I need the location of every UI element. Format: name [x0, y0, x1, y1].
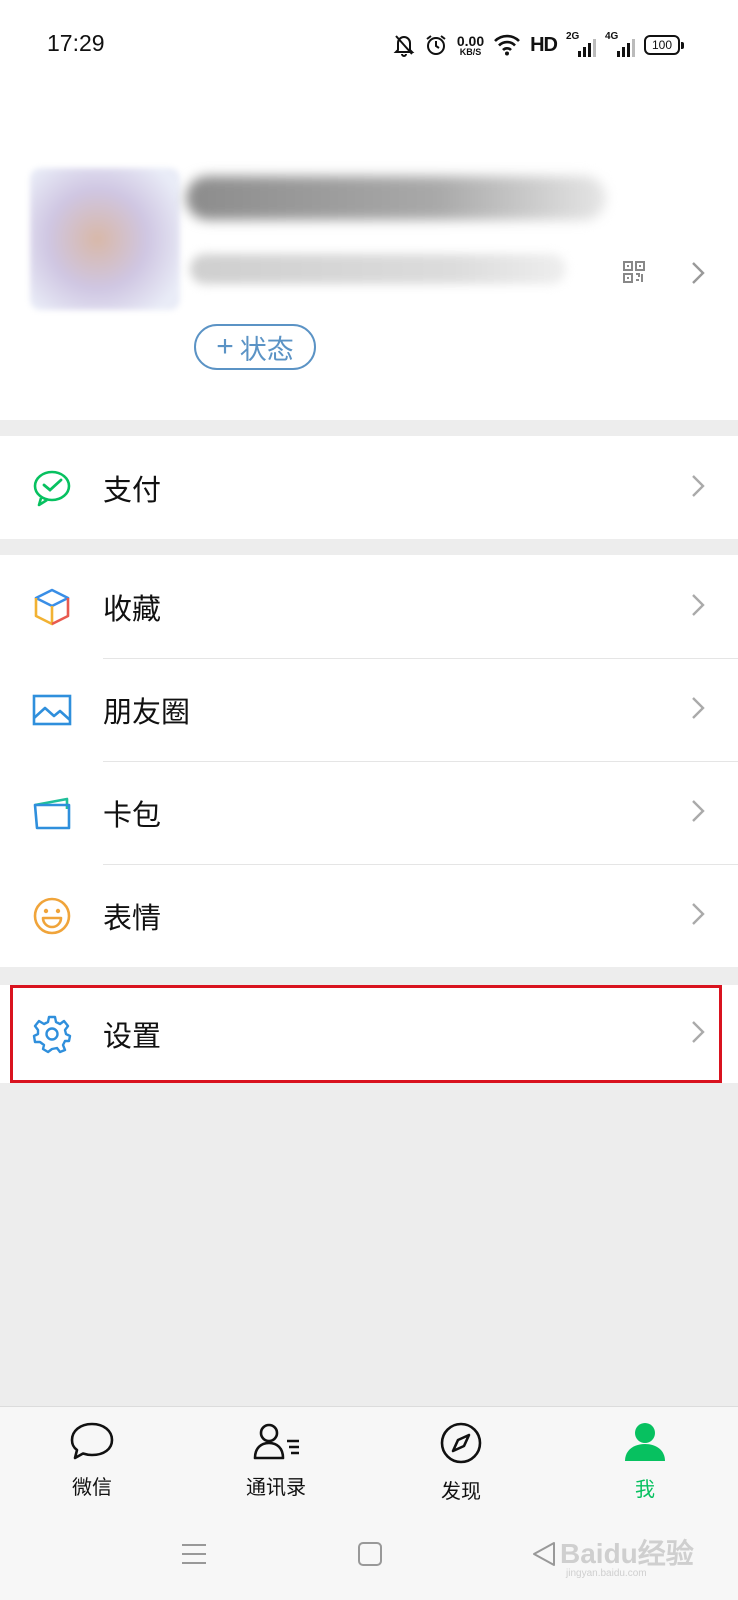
- tab-discover[interactable]: 发现: [396, 1421, 526, 1504]
- mute-bell-icon: [393, 33, 415, 57]
- profile-nickname: [186, 176, 606, 220]
- contacts-icon: [251, 1421, 301, 1465]
- menu-item-label: 支付: [103, 472, 162, 507]
- menu-item-label: 卡包: [103, 797, 162, 832]
- battery-icon: 100: [644, 35, 684, 55]
- tab-label: 我: [635, 1477, 655, 1501]
- net-speed: 0.00 KB/S: [457, 34, 484, 57]
- chevron-right-icon: [690, 901, 706, 931]
- baidu-watermark: Baidu经验: [560, 1538, 694, 1569]
- menu-group-pay: 支付: [0, 436, 738, 539]
- alarm-icon: [424, 33, 448, 57]
- wechat-pay-icon: [32, 468, 72, 508]
- tab-me[interactable]: 我: [580, 1421, 710, 1502]
- net-speed-unit: KB/S: [459, 46, 482, 57]
- wifi-icon: [493, 34, 521, 56]
- status-time: 17:29: [47, 30, 105, 56]
- chevron-right-icon[interactable]: [690, 260, 706, 290]
- profile-header[interactable]: + 状态: [0, 90, 738, 420]
- chevron-right-icon: [690, 473, 706, 503]
- tab-label: 发现: [441, 1479, 481, 1503]
- menu-item-label: 设置: [103, 1019, 162, 1053]
- smiley-icon: [32, 896, 72, 936]
- menu-item-settings[interactable]: 设置: [0, 985, 738, 1083]
- signal-icon: 2G: [566, 31, 596, 59]
- status-button-label: 状态: [239, 334, 294, 366]
- moments-picture-icon: [32, 690, 72, 730]
- tab-chats[interactable]: 微信: [27, 1421, 157, 1500]
- tab-label: 微信: [72, 1475, 112, 1499]
- chevron-right-icon: [690, 798, 706, 828]
- hd-label: HD: [530, 33, 558, 56]
- menu-item-label: 朋友圈: [103, 694, 191, 729]
- signal-icon-2: 4G: [605, 31, 635, 59]
- baidu-watermark-url: jingyan.baidu.com: [566, 1568, 647, 1579]
- chevron-right-icon: [690, 695, 706, 725]
- menu-group-settings: 设置: [0, 985, 738, 1083]
- status-bar: 17:29 0.00 KB/S HD 2G 4G 100: [0, 0, 738, 90]
- profile-wechat-id: [190, 254, 566, 284]
- status-icons: 0.00 KB/S HD 2G 4G 100: [393, 30, 684, 60]
- menu-item-cards[interactable]: 卡包: [0, 761, 738, 864]
- menu-item-moments[interactable]: 朋友圈: [0, 658, 738, 761]
- chat-bubble-icon: [69, 1421, 115, 1465]
- card-wallet-icon: [32, 793, 72, 833]
- status-plus: +: [216, 330, 234, 363]
- home-square-icon[interactable]: [356, 1540, 384, 1572]
- menu-item-label: 收藏: [103, 591, 162, 626]
- favorites-cube-icon: [32, 587, 72, 627]
- gear-icon: [32, 1014, 72, 1054]
- menu-group-main: 收藏 朋友圈 卡包 表情: [0, 555, 738, 967]
- menu-item-stickers[interactable]: 表情: [0, 864, 738, 967]
- compass-icon: [439, 1421, 483, 1469]
- chevron-right-icon: [690, 592, 706, 622]
- menu-lines-icon[interactable]: [180, 1540, 208, 1572]
- add-status-button[interactable]: + 状态: [194, 324, 316, 370]
- bottom-tab-bar: 微信 通讯录 发现 我: [0, 1406, 738, 1518]
- battery-level: 100: [651, 38, 673, 52]
- menu-item-pay[interactable]: 支付: [0, 436, 738, 539]
- net-speed-value: 0.00: [456, 32, 485, 49]
- menu-item-label: 表情: [103, 900, 162, 935]
- tab-contacts[interactable]: 通讯录: [211, 1421, 341, 1500]
- chevron-right-icon: [690, 1019, 706, 1049]
- menu-item-favorites[interactable]: 收藏: [0, 555, 738, 658]
- tab-label: 通讯录: [246, 1475, 306, 1499]
- person-icon: [623, 1421, 667, 1467]
- back-triangle-icon[interactable]: [530, 1540, 558, 1572]
- avatar[interactable]: [30, 168, 180, 310]
- qr-code-icon[interactable]: [622, 260, 646, 288]
